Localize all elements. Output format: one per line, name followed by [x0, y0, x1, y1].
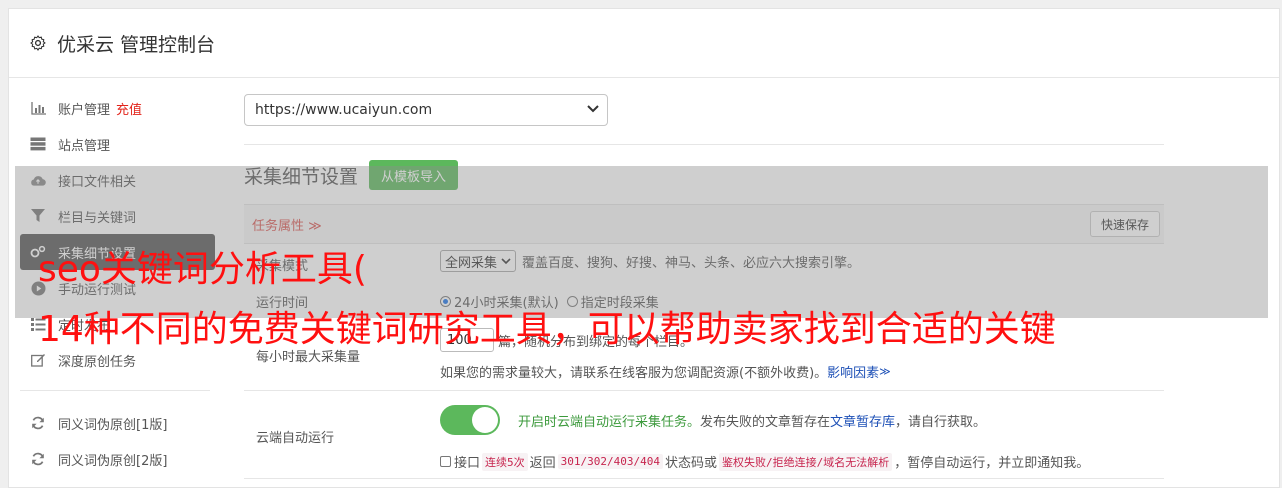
iface-text-3: 状态码或 [665, 456, 718, 471]
cloud-run-row: 开启时云端自动运行采集任务。 发布失败的文章暂存在 文章暂存库 ，请自行获取。 [440, 405, 986, 435]
cloud-run-desc-2: ，请自行获取。 [895, 414, 987, 430]
article-storage-link[interactable]: 文章暂存库 [830, 411, 895, 430]
cloud-run-toggle[interactable] [440, 405, 500, 435]
refresh-icon [30, 415, 46, 431]
cloud-run-desc-1: 发布失败的文章暂存在 [700, 414, 831, 430]
iface-text-2: 返回 [529, 456, 556, 471]
sidebar-item-label: 同义词伪原创[2版] [58, 453, 168, 469]
refresh-icon [30, 451, 46, 467]
sidebar-item-synonym-v1[interactable]: 同义词伪原创[1版] [20, 405, 215, 441]
recharge-link[interactable]: 充值 [116, 99, 142, 118]
cloud-run-desc-green: 开启时云端自动运行采集任务。 [518, 414, 701, 430]
divider [244, 478, 1164, 479]
sidebar-item-label: 同义词伪原创[1版] [58, 417, 168, 433]
sidebar-item-synonym-v2[interactable]: 同义词伪原创[2版] [20, 441, 215, 477]
edit-icon [30, 352, 46, 368]
overlay-banner [15, 166, 1268, 318]
gear-icon [30, 35, 46, 51]
divider [244, 144, 1164, 145]
iface-text-4: ，暂停自动运行，并立即通知我。 [894, 456, 1090, 471]
max-per-hour-note-row: 如果您的需求量较大，请联系在线客服为您调配资源(不额外收费)。 影响因素 ≫ [440, 362, 891, 381]
chevron-double-down-icon: ≫ [879, 365, 891, 378]
sidebar-item-label: 深度原创任务 [58, 354, 137, 370]
divider [244, 390, 1164, 391]
cloud-run-label: 云端自动运行 [256, 431, 335, 446]
interface-rule-row: 接口 连续5次 返回 301/302/403/404 状态码或 鉴权失败/拒绝连… [440, 452, 1089, 471]
bar-chart-icon [30, 100, 46, 116]
server-icon [30, 136, 46, 152]
sidebar-item-label: 站点管理 [58, 138, 111, 154]
sidebar-item-sites[interactable]: 站点管理 [20, 126, 215, 162]
iface-text-1: 接口 [454, 456, 481, 471]
site-select[interactable]: https://www.ucaiyun.com [244, 94, 608, 126]
chevron-down-icon [587, 102, 599, 117]
watermark-line-2: 14种不同的免费关键词研究工具，可以帮助卖家找到合适的关键 [38, 309, 1056, 350]
page-title: 优采云 管理控制台 [57, 33, 216, 56]
max-per-hour-note: 如果您的需求量较大，请联系在线客服为您调配资源(不额外收费)。 [440, 366, 828, 381]
watermark-line-1: seo关键词分析工具( [38, 249, 367, 290]
sidebar-item-label: 账户管理 [58, 102, 111, 118]
site-select-value: https://www.ucaiyun.com [255, 102, 433, 118]
iface-code-2: 301/302/403/404 [557, 454, 663, 469]
page-header: 优采云 管理控制台 [9, 9, 1279, 78]
iface-code-3: 鉴权失败/拒绝连接/域名无法解析 [719, 452, 893, 471]
interface-pause-checkbox[interactable] [440, 456, 451, 467]
sidebar-divider [20, 378, 210, 391]
iface-code-1: 连续5次 [482, 452, 528, 471]
influence-factors-link[interactable]: 影响因素 [827, 362, 879, 381]
sidebar-item-account[interactable]: 账户管理 充值 [20, 90, 215, 126]
